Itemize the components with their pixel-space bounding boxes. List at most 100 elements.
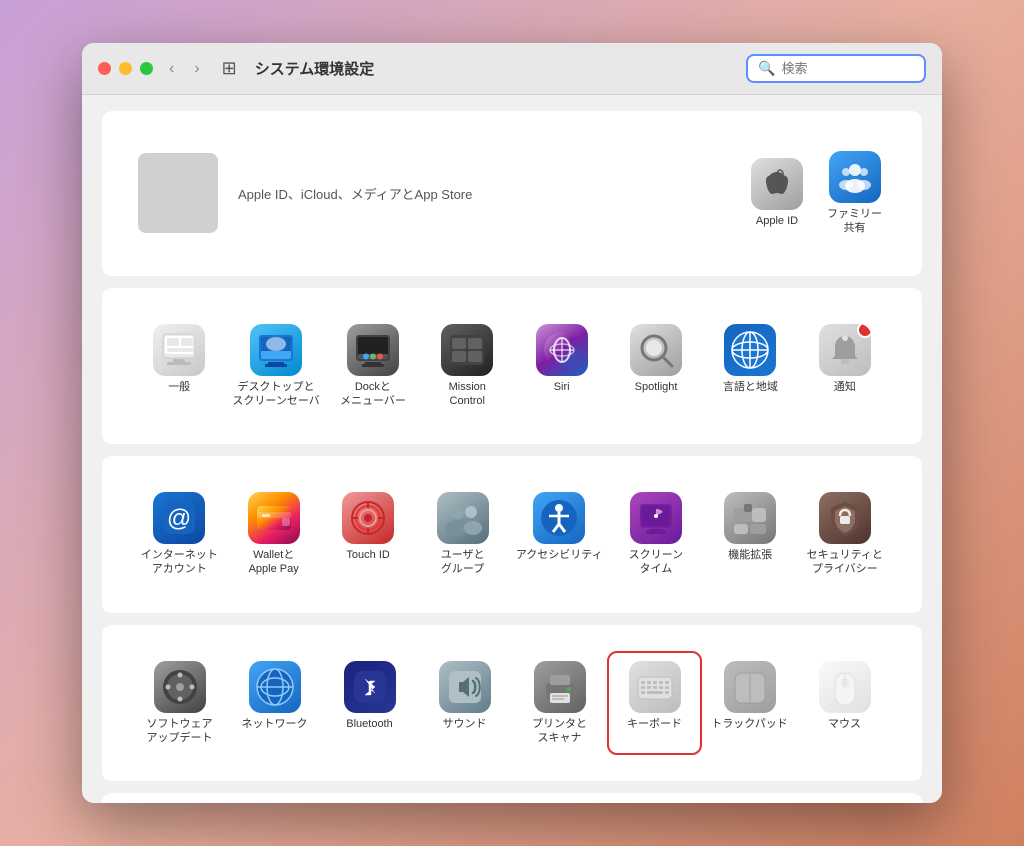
icon-item-mission[interactable]: MissionControl [422, 316, 512, 417]
spotlight-icon [630, 324, 682, 376]
extension-label: 機能拡張 [728, 548, 772, 562]
icon-item-users[interactable]: ユーザとグループ [417, 484, 507, 585]
icon-item-software[interactable]: ソフトウェアアップデート [134, 653, 225, 754]
icon-item-language[interactable]: 言語と地域 [705, 316, 795, 417]
dock-icon [347, 324, 399, 376]
sound-label: サウンド [443, 717, 487, 731]
icons-grid-row1: 一般 デスクトップとスクリーンセーバ [118, 304, 906, 429]
close-button[interactable] [98, 62, 111, 75]
icon-item-security[interactable]: セキュリティとプライバシー [800, 484, 890, 585]
icon-item-desktop[interactable]: デスクトップとスクリーンセーバ [228, 316, 323, 417]
users-label: ユーザとグループ [441, 548, 485, 577]
network-label: ネットワーク [242, 717, 308, 731]
users-icon [437, 492, 489, 544]
bluetooth-label: Bluetooth [346, 717, 392, 731]
keyboard-label: キーボード [627, 717, 682, 731]
touchid-icon [342, 492, 394, 544]
icon-item-wallet[interactable]: WalletとApple Pay [228, 484, 318, 585]
internet-label: インターネットアカウント [141, 548, 218, 577]
network-icon [249, 661, 301, 713]
user-avatar [138, 153, 218, 233]
security-label: セキュリティとプライバシー [807, 548, 883, 577]
notification-badge [857, 324, 871, 338]
search-box[interactable]: 🔍 [746, 54, 926, 83]
wallet-label: WalletとApple Pay [249, 548, 299, 577]
mission-icon [441, 324, 493, 376]
window-title: システム環境設定 [255, 58, 734, 79]
content-area: Apple ID、iCloud、メディアとApp Store Apple ID [82, 95, 942, 803]
wallet-icon [248, 492, 300, 544]
dock-label: Dockとメニューバー [340, 380, 406, 409]
icon-item-touchid[interactable]: Touch ID [323, 484, 413, 585]
section-row4: ディスプレイ Sidecar [102, 793, 922, 803]
icons-grid-row2: @ インターネットアカウント [118, 472, 906, 597]
accessibility-icon [533, 492, 585, 544]
back-button[interactable]: ‹ [165, 58, 178, 80]
icon-item-screen[interactable]: スクリーンタイム [611, 484, 701, 585]
search-icon: 🔍 [758, 60, 775, 77]
siri-icon [536, 324, 588, 376]
icon-item-spotlight[interactable]: Spotlight [611, 316, 701, 417]
mission-label: MissionControl [449, 380, 486, 409]
maximize-button[interactable] [140, 62, 153, 75]
svg-text:@: @ [167, 505, 191, 532]
printer-icon [534, 661, 586, 713]
trackpad-label: トラックパッド [711, 717, 787, 731]
icon-item-sound[interactable]: サウンド [419, 653, 510, 754]
touchid-label: Touch ID [346, 548, 389, 562]
printer-label: プリンタとスキャナ [532, 717, 587, 746]
siri-label: Siri [554, 380, 570, 394]
screen-label: スクリーンタイム [629, 548, 683, 577]
language-label: 言語と地域 [723, 380, 778, 394]
icon-item-network[interactable]: ネットワーク [229, 653, 320, 754]
desktop-label: デスクトップとスクリーンセーバ [232, 380, 319, 409]
icon-item-family[interactable]: ファミリー共有 [823, 143, 886, 244]
icon-item-bluetooth[interactable]: Bluetooth [324, 653, 415, 754]
icon-item-trackpad[interactable]: トラックパッド [704, 653, 795, 754]
family-icon [829, 151, 881, 203]
minimize-button[interactable] [119, 62, 132, 75]
grid-view-button[interactable]: ⊞ [216, 56, 243, 81]
icon-item-keyboard[interactable]: キーボード [609, 653, 700, 754]
icon-item-siri[interactable]: Siri [516, 316, 606, 417]
notification-label: 通知 [834, 380, 856, 394]
icon-item-general[interactable]: 一般 [134, 316, 224, 417]
language-icon [724, 324, 776, 376]
bluetooth-icon [344, 661, 396, 713]
desktop-icon [250, 324, 302, 376]
extension-icon [724, 492, 776, 544]
spotlight-label: Spotlight [635, 380, 678, 394]
apple-id-label: Apple ID [756, 214, 798, 228]
section-row2: @ インターネットアカウント [102, 456, 922, 613]
general-label: 一般 [168, 380, 190, 394]
notification-icon [819, 324, 871, 376]
icon-item-printer[interactable]: プリンタとスキャナ [514, 653, 605, 754]
family-label: ファミリー共有 [827, 207, 882, 236]
mouse-label: マウス [828, 717, 861, 731]
titlebar: ‹ › ⊞ システム環境設定 🔍 [82, 43, 942, 95]
internet-icon: @ [153, 492, 205, 544]
section-row3: ソフトウェアアップデート ネットワーク [102, 625, 922, 782]
user-info: Apple ID、iCloud、メディアとApp Store [238, 184, 727, 203]
keyboard-icon [629, 661, 681, 713]
user-icons: Apple ID [747, 143, 886, 244]
general-icon [153, 324, 205, 376]
icon-item-internet[interactable]: @ インターネットアカウント [134, 484, 224, 585]
search-input[interactable] [781, 61, 901, 76]
trackpad-icon [724, 661, 776, 713]
apple-id-icon [751, 158, 803, 210]
icon-item-mouse[interactable]: マウス [799, 653, 890, 754]
icons-grid-row3: ソフトウェアアップデート ネットワーク [118, 641, 906, 766]
software-icon [154, 661, 206, 713]
forward-button[interactable]: › [190, 58, 203, 80]
software-label: ソフトウェアアップデート [147, 717, 213, 746]
icon-item-apple-id[interactable]: Apple ID [747, 150, 807, 236]
icon-item-dock[interactable]: Dockとメニューバー [328, 316, 418, 417]
icon-item-notification[interactable]: 通知 [800, 316, 890, 417]
security-icon [819, 492, 871, 544]
icon-item-extension[interactable]: 機能拡張 [705, 484, 795, 585]
sound-icon [439, 661, 491, 713]
user-section: Apple ID、iCloud、メディアとApp Store Apple ID [102, 111, 922, 276]
screen-icon [630, 492, 682, 544]
icon-item-accessibility[interactable]: アクセシビリティ [512, 484, 607, 585]
